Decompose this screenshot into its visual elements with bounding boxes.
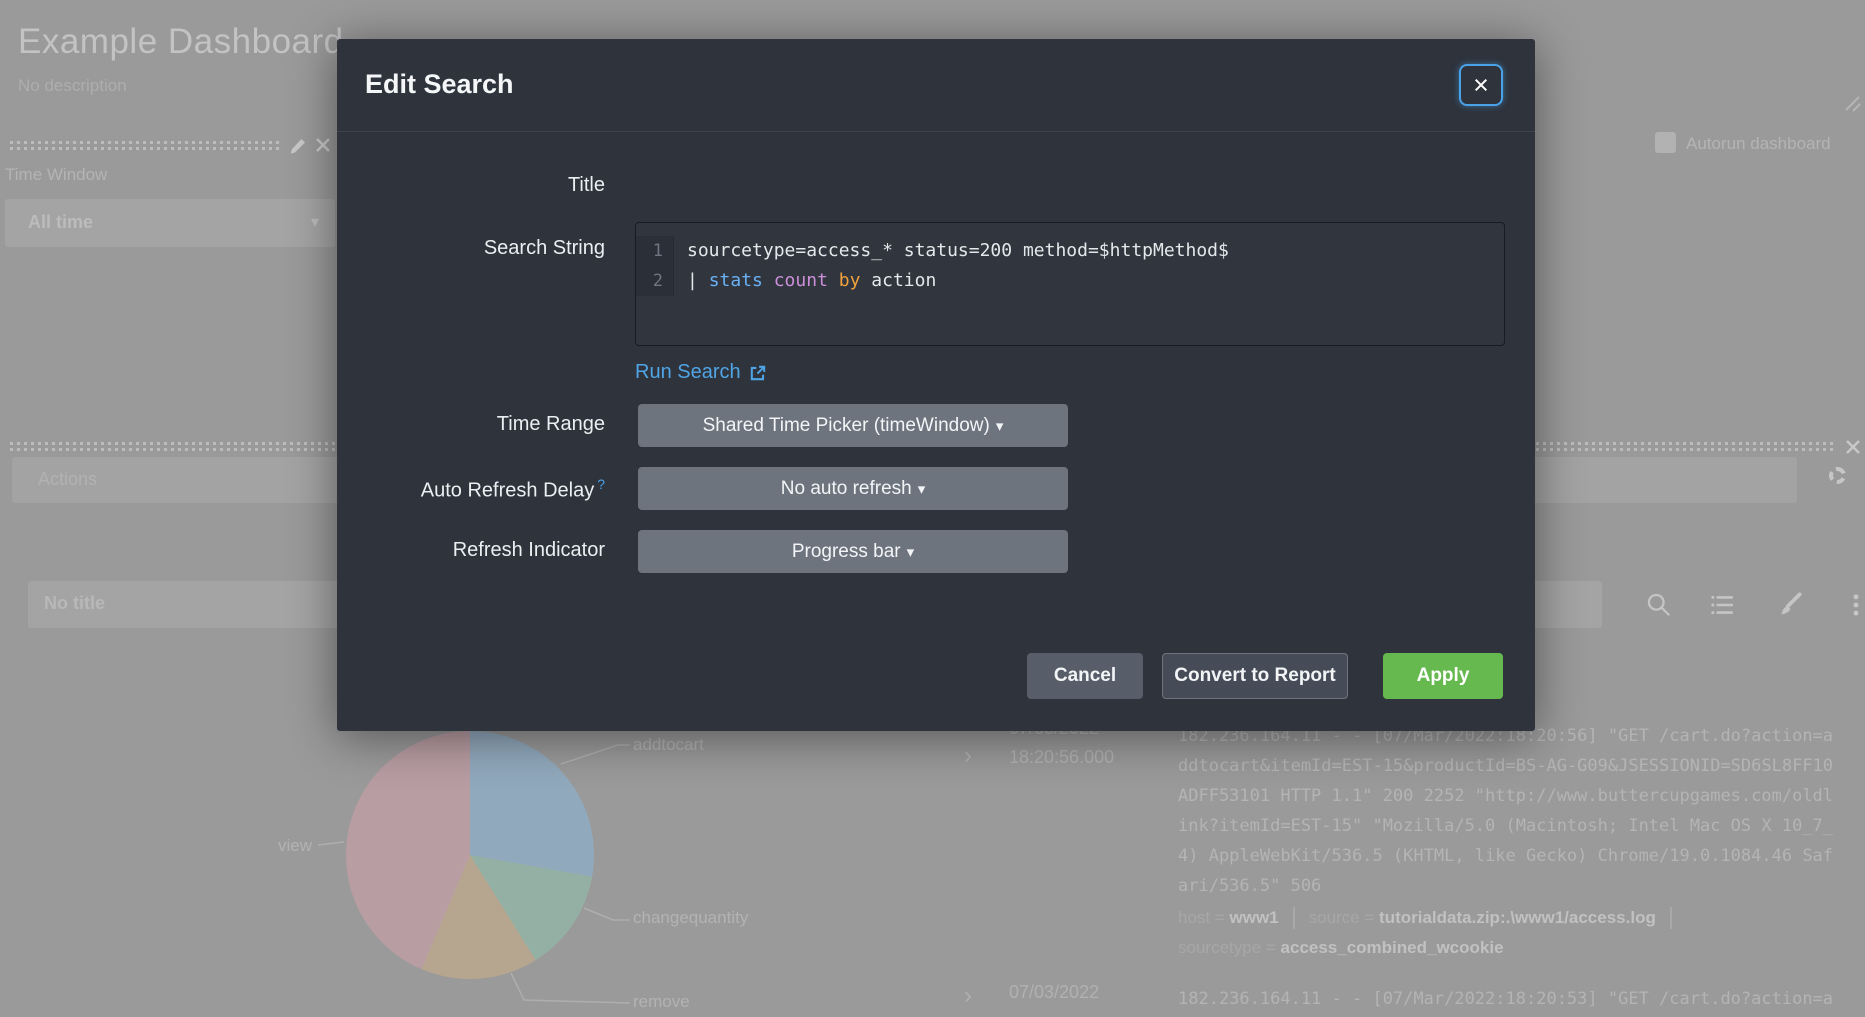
refresh-indicator-dropdown[interactable]: Progress bar ▾ (638, 530, 1068, 573)
expand-chevron-icon[interactable]: › (964, 986, 972, 1006)
event-raw-text: ADFF53101 HTTP 1.1" 200 2252 "http://www… (1178, 781, 1833, 811)
cancel-button[interactable]: Cancel (1027, 653, 1143, 699)
caret-down-icon: ▾ (907, 544, 915, 561)
meta-key: source = (1309, 908, 1379, 928)
meta-value[interactable]: access_combined_wcookie (1281, 938, 1504, 958)
meta-value[interactable]: www1 (1230, 908, 1279, 928)
time-range-label: Time Range (337, 413, 605, 436)
line-number: 1 (636, 236, 674, 266)
event-meta: host = www1 source = tutorialdata.zip:.\w… (1178, 906, 1686, 930)
meta-value[interactable]: tutorialdata.zip:.\www1/access.log (1379, 908, 1656, 928)
help-icon[interactable]: ? (597, 476, 605, 492)
external-link-icon (749, 364, 767, 382)
time-range-value: Shared Time Picker (timeWindow) (703, 415, 990, 436)
event-list: › 07/03/2022 18:20:56.000 182.236.164.11 - … (950, 720, 1865, 1017)
event-raw-text: ink?itemId=EST-15" "Mozilla/5.0 (Macinto… (1178, 811, 1833, 841)
editor-line[interactable]: 1sourcetype=access_* status=200 method=$… (636, 236, 1504, 266)
refresh-indicator-value: Progress bar (792, 541, 901, 562)
pie-label-addtocart[interactable]: addtocart (633, 735, 704, 755)
run-search-link[interactable]: Run Search (635, 361, 767, 384)
meta-key: host = (1178, 908, 1230, 928)
refresh-indicator-label: Refresh Indicator (337, 539, 605, 562)
time-range-dropdown[interactable]: Shared Time Picker (timeWindow) ▾ (638, 404, 1068, 447)
event-raw-text: 4) AppleWebKit/536.5 (KHTML, like Gecko)… (1178, 841, 1833, 871)
pie-label-changequantity[interactable]: changequantity (633, 908, 748, 928)
screen: Example Dashboard No description Time Wi… (0, 0, 1865, 1017)
pie-label-view[interactable]: view (190, 836, 312, 856)
title-field-label: Title (337, 174, 605, 197)
search-string-editor[interactable]: 1sourcetype=access_* status=200 method=$… (635, 222, 1505, 346)
modal-header: Edit Search × (337, 39, 1535, 132)
convert-to-report-button[interactable]: Convert to Report (1162, 653, 1348, 699)
caret-down-icon: ▾ (918, 481, 926, 498)
search-string-label: Search String (337, 237, 605, 260)
auto-refresh-label: Auto Refresh Delay? (337, 476, 605, 503)
modal-title: Edit Search (365, 69, 514, 100)
expand-chevron-icon[interactable]: › (964, 746, 972, 766)
auto-refresh-dropdown[interactable]: No auto refresh ▾ (638, 467, 1068, 510)
event-date: 07/03/2022 (1009, 982, 1099, 1003)
event-raw-text: ari/536.5" 506 (1178, 871, 1321, 901)
close-button[interactable]: × (1459, 64, 1503, 106)
editor-line[interactable]: 2| stats count by action (636, 266, 1504, 296)
caret-down-icon: ▾ (996, 418, 1004, 435)
event-meta: sourcetype = access_combined_wcookie (1178, 936, 1504, 960)
event-raw-text: ddtocart&itemId=EST-15&productId=BS-AG-G… (1178, 751, 1833, 781)
line-number: 2 (636, 266, 674, 296)
apply-button[interactable]: Apply (1383, 653, 1503, 699)
code-text: | stats count by action (674, 266, 936, 296)
close-icon: × (1473, 70, 1489, 100)
pie-label-remove[interactable]: remove (633, 992, 690, 1012)
run-search-label: Run Search (635, 361, 741, 384)
edit-search-modal: Edit Search × Title Search String 1sourc… (337, 39, 1535, 731)
auto-refresh-value: No auto refresh (781, 478, 912, 499)
event-time: 18:20:56.000 (1009, 747, 1114, 768)
meta-key: sourcetype = (1178, 938, 1281, 958)
code-text: sourcetype=access_* status=200 method=$h… (674, 236, 1229, 266)
event-raw-text: 182.236.164.11 - - [07/Mar/2022:18:20:53… (1178, 984, 1833, 1014)
